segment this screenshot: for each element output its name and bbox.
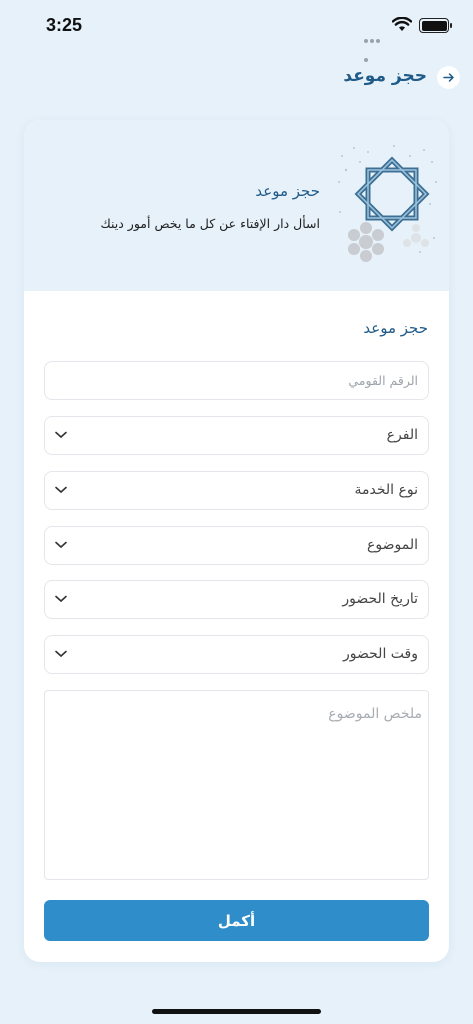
subject-select[interactable]: الموضوع xyxy=(44,526,429,565)
summary-textarea[interactable]: ملخص الموضوع xyxy=(44,690,429,880)
banner-title: حجز موعد xyxy=(255,182,320,200)
branch-label: الفرع xyxy=(386,427,418,443)
status-time: 3:25 xyxy=(46,15,83,35)
banner: حجز موعد اسأل دار الإفتاء عن كل ما يخص أ… xyxy=(24,120,449,291)
chevron-down-icon xyxy=(55,541,67,549)
chevron-down-icon xyxy=(55,595,67,603)
attendance-date-label: تاريخ الحضور xyxy=(342,591,418,607)
chevron-down-icon xyxy=(55,486,67,494)
page-title: حجز موعد xyxy=(343,66,427,86)
wifi-icon xyxy=(392,17,412,31)
service-type-label: نوع الخدمة xyxy=(354,482,418,498)
subject-label: الموضوع xyxy=(367,537,418,553)
arrow-right-icon xyxy=(443,73,454,82)
status-bar: 3:25 xyxy=(0,0,473,62)
service-type-select[interactable]: نوع الخدمة xyxy=(44,471,429,510)
back-button[interactable] xyxy=(437,66,460,89)
submit-button[interactable]: أكمل xyxy=(44,900,429,941)
home-indicator xyxy=(152,1009,321,1014)
national-id-input[interactable]: الرقم القومي xyxy=(44,361,429,400)
attendance-date-select[interactable]: تاريخ الحضور xyxy=(44,580,429,619)
submit-button-label: أكمل xyxy=(217,911,256,930)
booking-card: حجز موعد اسأل دار الإفتاء عن كل ما يخص أ… xyxy=(24,120,449,962)
banner-subtitle: اسأل دار الإفتاء عن كل ما يخص أمور دينك xyxy=(100,216,320,231)
national-id-placeholder: الرقم القومي xyxy=(348,373,418,388)
attendance-time-select[interactable]: وقت الحضور xyxy=(44,635,429,674)
chevron-down-icon xyxy=(55,650,67,658)
islamic-pattern-logo xyxy=(338,145,437,262)
attendance-time-label: وقت الحضور xyxy=(343,646,418,662)
branch-select[interactable]: الفرع xyxy=(44,416,429,455)
form-title: حجز موعد xyxy=(363,319,428,337)
signal-icon xyxy=(364,28,386,62)
nav-bar: حجز موعد xyxy=(0,62,473,94)
battery-icon xyxy=(419,18,452,33)
chevron-down-icon xyxy=(55,431,67,439)
summary-placeholder: ملخص الموضوع xyxy=(328,706,422,722)
